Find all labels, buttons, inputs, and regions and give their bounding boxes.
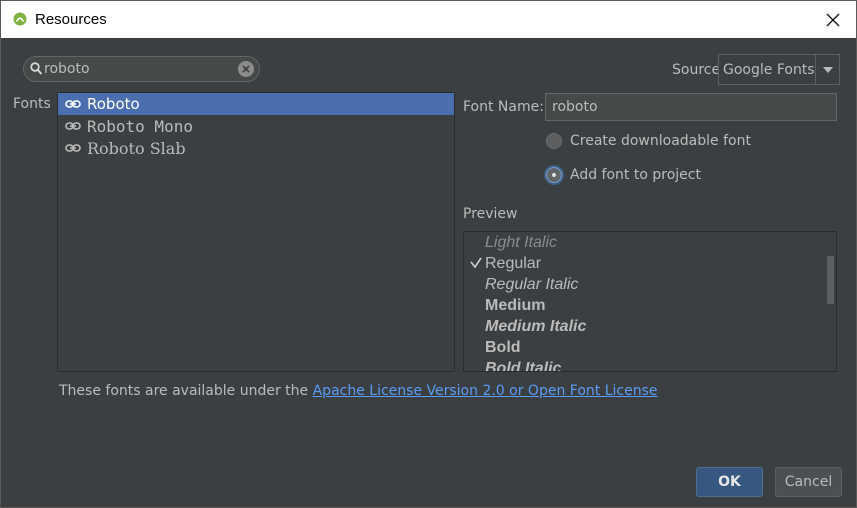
source-selected-value: Google Fonts — [723, 62, 815, 78]
chevron-down-icon — [822, 66, 833, 73]
fonts-list: Roboto Roboto Mono Roboto Slab — [57, 92, 455, 372]
clear-search-icon[interactable] — [238, 61, 254, 77]
fonts-label: Fonts — [13, 96, 51, 112]
preview-item-regular-italic[interactable]: Regular Italic — [464, 274, 836, 295]
font-name-label: Font Name: — [463, 99, 544, 115]
preview-item-label: Regular Italic — [485, 275, 579, 293]
preview-item-label: Medium Italic — [485, 317, 587, 335]
font-item-label: Roboto Slab — [87, 138, 186, 158]
preview-item-label: Bold — [485, 338, 521, 356]
source-dropdown[interactable]: Google Fonts — [718, 54, 840, 85]
radio-label: Create downloadable font — [570, 133, 751, 149]
cancel-button[interactable]: Cancel — [775, 467, 842, 497]
preview-item-label: Light Italic — [485, 233, 558, 251]
preview-item-light-italic[interactable]: Light Italic — [464, 232, 836, 253]
preview-scrollbar[interactable] — [827, 256, 834, 304]
link-icon — [65, 100, 81, 108]
android-studio-icon — [13, 12, 27, 26]
title-bar: Resources — [1, 1, 856, 38]
font-item-roboto-mono[interactable]: Roboto Mono — [58, 115, 454, 137]
font-item-label: Roboto Mono — [87, 116, 193, 136]
source-label: Source — [672, 62, 721, 78]
window-title: Resources — [35, 11, 107, 28]
link-icon — [65, 122, 81, 130]
license-link[interactable]: Apache License Version 2.0 or Open Font … — [313, 383, 658, 399]
search-box[interactable] — [23, 56, 260, 82]
close-button[interactable] — [810, 1, 856, 38]
radio-label: Add font to project — [570, 167, 701, 183]
radio-button[interactable] — [546, 167, 562, 183]
font-item-label: Roboto — [87, 95, 140, 113]
preview-item-medium[interactable]: Medium — [464, 295, 836, 316]
preview-item-regular[interactable]: Regular — [464, 253, 836, 274]
radio-add-font-to-project[interactable]: Add font to project — [546, 167, 701, 183]
search-icon — [30, 62, 43, 75]
close-icon — [826, 13, 840, 26]
radio-button[interactable] — [546, 133, 562, 149]
preview-item-label: Bold Italic — [485, 359, 562, 372]
license-text: These fonts are available under the — [59, 383, 313, 399]
preview-item-label: Medium — [485, 296, 546, 314]
font-item-roboto-slab[interactable]: Roboto Slab — [58, 137, 454, 159]
search-input[interactable] — [44, 59, 234, 79]
link-icon — [65, 144, 81, 152]
preview-label: Preview — [463, 206, 518, 222]
preview-list: Light Italic Regular Regular Italic Medi… — [463, 231, 837, 372]
preview-item-medium-italic[interactable]: Medium Italic — [464, 316, 836, 337]
font-item-roboto[interactable]: Roboto — [58, 93, 454, 115]
preview-item-bold-italic[interactable]: Bold Italic — [464, 358, 836, 372]
resources-dialog: Resources Source Google Fonts Fonts — [0, 0, 857, 508]
preview-item-label: Regular — [485, 254, 542, 272]
font-name-field[interactable] — [545, 93, 837, 121]
dropdown-arrow[interactable] — [815, 55, 839, 84]
radio-create-downloadable-font[interactable]: Create downloadable font — [546, 133, 751, 149]
preview-item-bold[interactable]: Bold — [464, 337, 836, 358]
ok-button[interactable]: OK — [696, 467, 763, 497]
license-notice: These fonts are available under the Apac… — [59, 383, 658, 399]
checkmark-icon — [470, 257, 482, 269]
